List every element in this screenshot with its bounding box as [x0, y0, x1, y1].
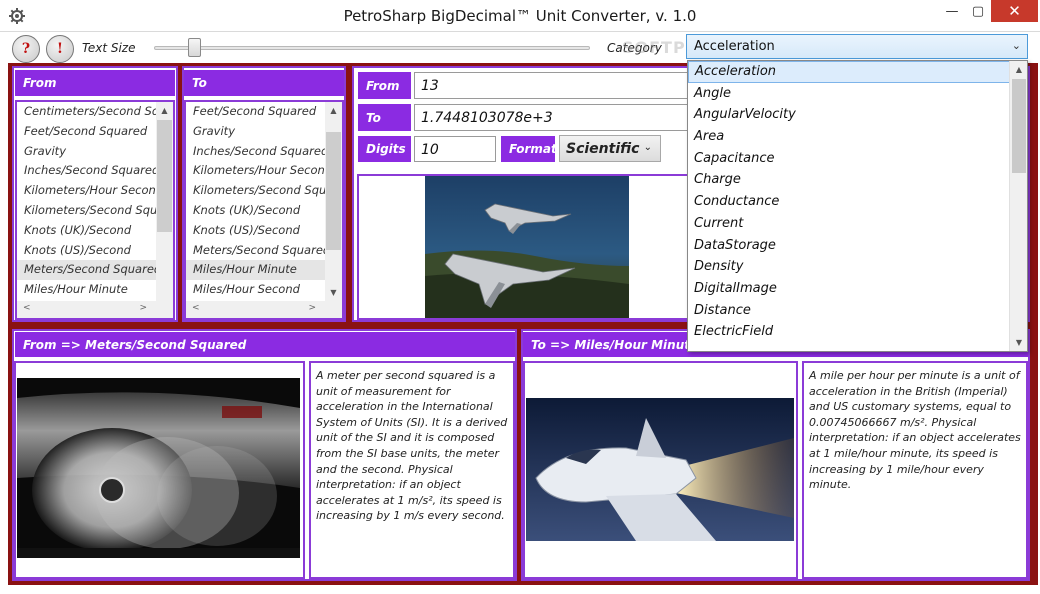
- from-unit-item[interactable]: Meters/Second Squared: [17, 260, 173, 281]
- category-select[interactable]: Acceleration ⌄: [686, 34, 1028, 59]
- close-button[interactable]: ✕: [991, 0, 1038, 22]
- scroll-up-icon[interactable]: ▲: [1010, 61, 1027, 78]
- scroll-down-icon[interactable]: ▼: [1010, 334, 1027, 351]
- to-unit-list[interactable]: Feet/Second Squared Gravity Inches/Second …: [184, 100, 344, 320]
- category-option[interactable]: Density: [688, 256, 1027, 278]
- category-option[interactable]: Acceleration: [688, 61, 1027, 83]
- to-unit-item[interactable]: Knots (US)/Second: [186, 221, 342, 241]
- from-unit-item[interactable]: Kilometers/Hour Second: [17, 181, 173, 201]
- from-value-input[interactable]: 13: [414, 72, 704, 99]
- scroll-up-icon[interactable]: ▲: [156, 102, 173, 119]
- to-unit-items: Feet/Second Squared Gravity Inches/Second …: [186, 102, 342, 300]
- from-unit-items: Centimeters/Second SquaredFeet/Second Sq…: [17, 102, 173, 300]
- from-unit-item[interactable]: Gravity: [17, 142, 173, 162]
- from-unit-list[interactable]: Centimeters/Second SquaredFeet/Second Sq…: [15, 100, 175, 320]
- category-option[interactable]: DataStorage: [688, 235, 1027, 257]
- digits-label: Digits: [358, 136, 411, 162]
- category-option[interactable]: AngularVelocity: [688, 104, 1027, 126]
- from-list-vscroll[interactable]: ▲: [156, 102, 173, 301]
- from-list-hscroll[interactable]: < >: [17, 301, 173, 318]
- scroll-up-icon[interactable]: ▲: [325, 102, 342, 119]
- text-size-label: Text Size: [82, 41, 136, 55]
- to-list-scroll-thumb[interactable]: [326, 132, 341, 250]
- text-size-slider-track[interactable]: [154, 46, 590, 50]
- to-header: To: [184, 70, 344, 96]
- category-option[interactable]: Area: [688, 126, 1027, 148]
- fighter-jets-image: [425, 176, 629, 318]
- category-dropdown-scroll-thumb[interactable]: [1012, 79, 1026, 173]
- category-option[interactable]: Distance: [688, 300, 1027, 322]
- digits-input[interactable]: 10: [414, 136, 496, 162]
- to-unit-item[interactable]: Inches/Second Squared: [186, 142, 342, 162]
- category-option[interactable]: Capacitance: [688, 148, 1027, 170]
- scroll-down-icon[interactable]: ▼: [325, 284, 342, 301]
- car-wheel-image: [17, 378, 300, 558]
- help-button[interactable]: ?: [12, 35, 40, 63]
- scroll-left-icon[interactable]: <: [23, 303, 31, 313]
- to-unit-item[interactable]: Feet/Second Squared: [186, 102, 342, 122]
- to-unit-item[interactable]: Knots (UK)/Second: [186, 201, 342, 221]
- maximize-button[interactable]: ▢: [965, 0, 991, 22]
- to-list-vscroll[interactable]: ▲ ▼: [325, 102, 342, 301]
- to-unit-item[interactable]: Kilometers/Second Squared: [186, 181, 342, 201]
- format-select-value: Scientific: [566, 141, 640, 157]
- category-select-value: Acceleration: [694, 39, 775, 54]
- category-option[interactable]: Current: [688, 213, 1027, 235]
- chevron-down-icon: ⌄: [643, 142, 652, 153]
- from-detail-header: From => Meters/Second Squared: [15, 332, 515, 357]
- from-value-label: From: [358, 72, 411, 99]
- from-unit-item[interactable]: Centimeters/Second Squared: [17, 102, 173, 122]
- to-description-text: A mile per hour per minute is a unit of …: [809, 369, 1021, 492]
- scroll-right-icon[interactable]: >: [308, 303, 316, 313]
- from-list-scroll-thumb[interactable]: [157, 120, 172, 232]
- from-unit-item[interactable]: Inches/Second Squared: [17, 161, 173, 181]
- to-unit-item[interactable]: Gravity: [186, 122, 342, 142]
- to-unit-item[interactable]: Miles/Hour Minute: [186, 260, 342, 281]
- from-unit-item[interactable]: Kilometers/Second Squared: [17, 201, 173, 221]
- to-unit-item[interactable]: Miles/Hour Second: [186, 280, 342, 300]
- format-label: Format: [501, 136, 557, 162]
- category-option[interactable]: Conductance: [688, 191, 1027, 213]
- spaceship-image: [526, 398, 794, 541]
- category-option[interactable]: Charge: [688, 169, 1027, 191]
- category-option[interactable]: ElectricField: [688, 321, 1027, 343]
- title-bar: PetroSharp BigDecimal™ Unit Converter, v…: [0, 0, 1040, 32]
- category-option[interactable]: DigitalImage: [688, 278, 1027, 300]
- text-size-slider-thumb[interactable]: [187, 38, 201, 57]
- from-unit-item[interactable]: Knots (UK)/Second: [17, 221, 173, 241]
- to-value-label: To: [358, 104, 411, 131]
- chevron-down-icon: ⌄: [1011, 39, 1021, 52]
- window-title: PetroSharp BigDecimal™ Unit Converter, v…: [343, 7, 697, 25]
- format-select[interactable]: Scientific ⌄: [559, 135, 661, 162]
- category-dropdown-scrollbar[interactable]: ▲ ▼: [1009, 61, 1027, 351]
- scroll-right-icon[interactable]: >: [139, 303, 147, 313]
- to-unit-item[interactable]: Meters/Second Squared: [186, 241, 342, 261]
- to-value-output[interactable]: 1.7448103078e+3: [414, 104, 704, 131]
- info-button[interactable]: !: [46, 35, 74, 63]
- from-header: From: [15, 70, 175, 96]
- to-list-hscroll[interactable]: < >: [186, 301, 342, 318]
- from-unit-item[interactable]: Miles/Hour Minute: [17, 280, 173, 300]
- from-description-text: A meter per second squared is a unit of …: [316, 369, 508, 523]
- to-unit-item[interactable]: Kilometers/Hour Second: [186, 161, 342, 181]
- category-dropdown-items: Acceleration Angle AngularVelocity Area Capa…: [688, 61, 1027, 343]
- minimize-button[interactable]: —: [939, 0, 965, 22]
- category-dropdown-list[interactable]: Acceleration Angle AngularVelocity Area Capa…: [687, 60, 1028, 352]
- category-option[interactable]: Angle: [688, 83, 1027, 105]
- scroll-left-icon[interactable]: <: [192, 303, 200, 313]
- from-unit-item[interactable]: Knots (US)/Second: [17, 241, 173, 261]
- from-unit-item[interactable]: Feet/Second Squared: [17, 122, 173, 142]
